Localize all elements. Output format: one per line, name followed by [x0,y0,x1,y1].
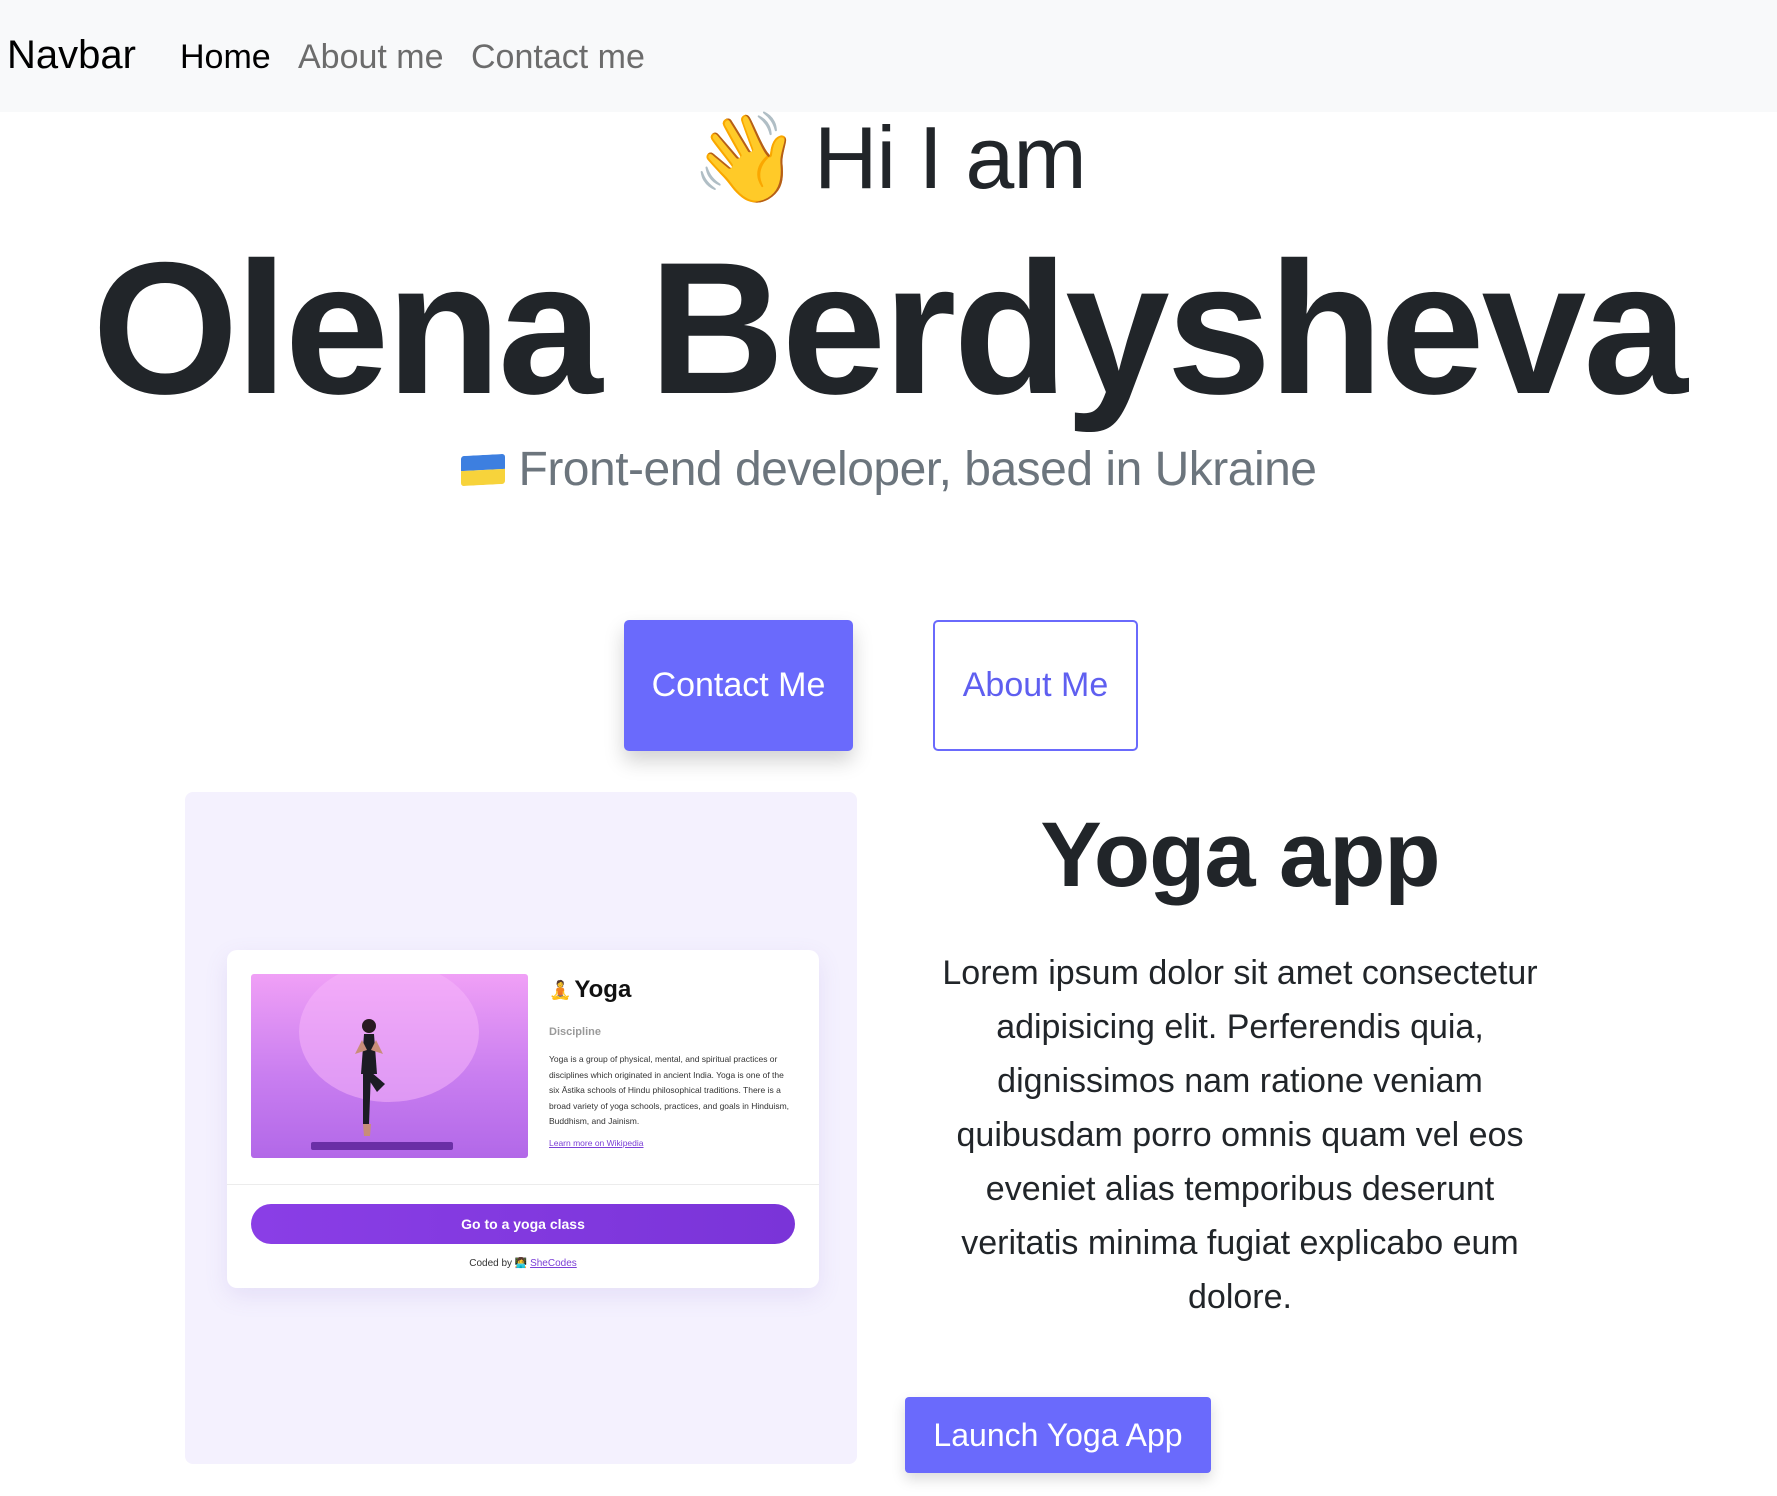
top-navbar: Navbar Home About me Contact me [0,0,1777,112]
yoga-footer: Coded by 👩‍💻 SheCodes [227,1258,819,1269]
project-preview-panel: 🧘 Yoga Discipline Yoga is a group of phy… [185,792,857,1464]
footer-prefix: Coded by [469,1258,513,1269]
yoga-subtitle: Discipline [549,1026,601,1038]
greeting-text: Hi I am [813,108,1087,207]
nav-link-home[interactable]: Home [180,38,271,77]
about-me-button[interactable]: About Me [933,620,1138,751]
yoga-pose-figure [299,974,479,1136]
yoga-photo [251,974,528,1158]
hero-role: Front-end developer, based in Ukraine [0,442,1777,497]
yoga-title: Yoga [574,976,632,1003]
launch-yoga-app-button[interactable]: Launch Yoga App [905,1397,1211,1473]
yoga-preview-card: 🧘 Yoga Discipline Yoga is a group of phy… [227,950,819,1288]
hero-name: Olena Berdysheva [92,223,1688,433]
ukraine-flag-icon [460,453,505,486]
waving-hand-icon: 👋 [691,108,801,207]
navbar-brand[interactable]: Navbar [7,33,136,78]
wikipedia-link[interactable]: Learn more on Wikipedia [549,1138,644,1148]
yoga-mat [311,1142,453,1150]
project-description: Lorem ipsum dolor sit amet consectetur a… [942,954,1538,1316]
nav-link-about-me[interactable]: About me [298,38,444,77]
yoga-class-button[interactable]: Go to a yoga class [251,1204,795,1244]
meditation-icon: 🧘 [549,979,572,1000]
role-text: Front-end developer, based in Ukraine [518,443,1318,496]
greeting-heading: 👋 Hi I am [0,108,1777,208]
yoga-description: Yoga is a group of physical, mental, and… [549,1054,790,1126]
project-title: Yoga app [1040,804,1440,906]
shecodes-logo-icon: 👩‍💻 [514,1258,528,1269]
shecodes-link[interactable]: SheCodes [530,1258,577,1269]
contact-me-button[interactable]: Contact Me [624,620,853,751]
nav-link-contact-me[interactable]: Contact me [471,38,645,77]
yoga-title-row: 🧘 Yoga [549,976,631,1004]
card-divider [227,1184,819,1185]
